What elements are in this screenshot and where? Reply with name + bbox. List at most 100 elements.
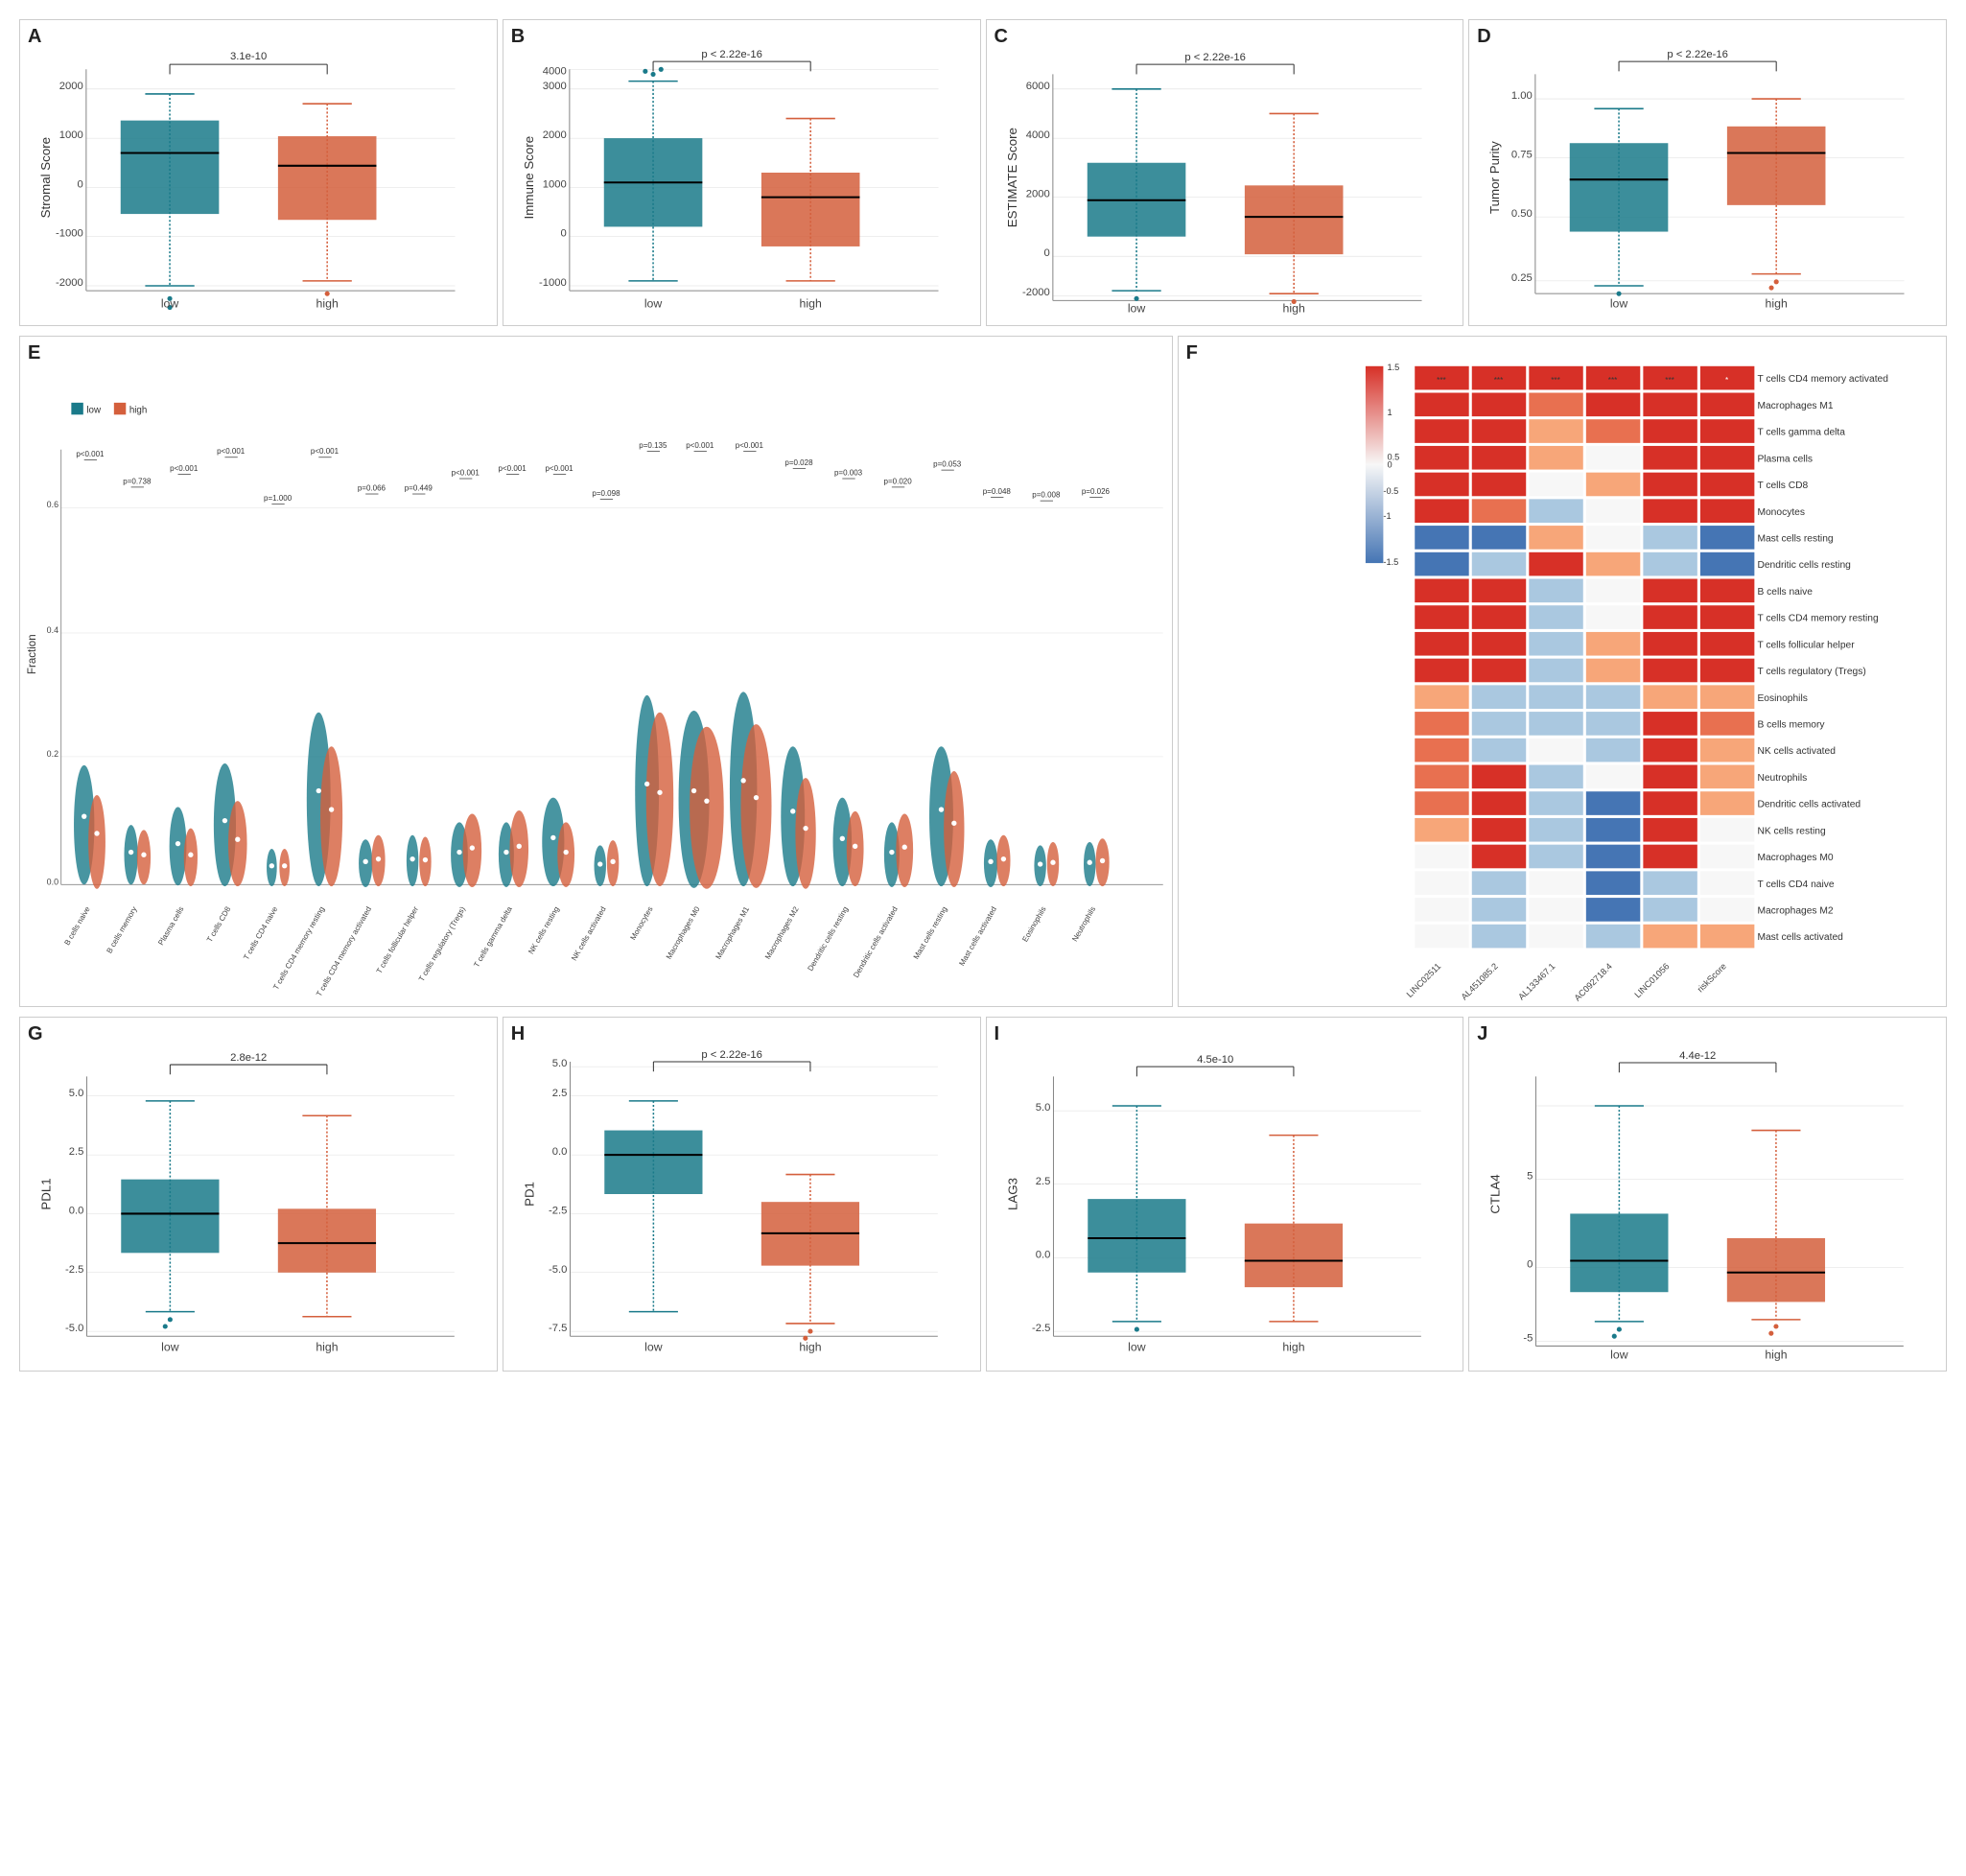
col-label: AL133467.1: [1516, 961, 1556, 1001]
violin-m0: p<0.001 Macrophages M0: [665, 441, 724, 961]
hcell: [1529, 712, 1582, 736]
panel-b-svg: Immune Score -1000 0 1000 2000 3000 4000: [503, 20, 980, 325]
violin-nka: p=0.098 NK cells activated: [570, 489, 620, 963]
hcell: [1529, 739, 1582, 762]
hcell: [1643, 765, 1697, 789]
violin-b-memory: p=0.738 B cells memory: [105, 477, 152, 954]
svg-text:Macrophages M0: Macrophages M0: [665, 904, 702, 961]
hcell: [1700, 845, 1754, 869]
svg-text:Mast cells resting: Mast cells resting: [912, 905, 949, 961]
hcell: [1585, 871, 1639, 895]
svg-text:-2.5: -2.5: [65, 1264, 83, 1276]
hcell: [1529, 419, 1582, 443]
svg-text:-2.5: -2.5: [1032, 1323, 1050, 1334]
hcell: [1700, 419, 1754, 443]
svg-text:0.75: 0.75: [1511, 150, 1533, 161]
sig-star: ***: [1437, 376, 1446, 385]
hcell: [1643, 393, 1697, 417]
panel-c-yaxis: ESTIMATE Score: [1004, 128, 1018, 227]
row-label: T cells CD4 naive: [1757, 879, 1834, 890]
hcell: [1471, 632, 1525, 656]
hcell: [1471, 659, 1525, 683]
tick: 0: [560, 228, 566, 240]
svg-text:0.0: 0.0: [47, 877, 59, 886]
scale-min: -1.5: [1383, 557, 1398, 567]
hcell: [1415, 712, 1468, 736]
svg-text:2.5: 2.5: [552, 1088, 568, 1099]
hcell: [1415, 765, 1468, 789]
hcell: [1643, 712, 1697, 736]
hcell: [1643, 739, 1697, 762]
row-ef: E Fraction 0.0 0.2 0.4 0.6 low high: [19, 336, 1947, 1007]
hcell: [1585, 685, 1639, 709]
hcell: [1585, 739, 1639, 762]
hcell: [1471, 791, 1525, 815]
hcell: [1643, 632, 1697, 656]
hcell: [1585, 605, 1639, 629]
hcell: [1529, 871, 1582, 895]
hcell: [1585, 579, 1639, 603]
svg-text:p<0.001: p<0.001: [311, 447, 339, 456]
panel-d-yaxis: Tumor Purity: [1487, 141, 1502, 214]
hcell: [1585, 526, 1639, 550]
svg-text:0.0: 0.0: [69, 1205, 84, 1216]
svg-text:p<0.001: p<0.001: [736, 441, 764, 450]
pvalue-c: p < 2.22e-16: [1184, 52, 1246, 63]
violin-dca: p=0.020 Dendritic cells activated: [852, 477, 913, 979]
hcell: [1415, 499, 1468, 523]
hcell: [1700, 632, 1754, 656]
hcell: [1471, 552, 1525, 576]
hcell: [1643, 685, 1697, 709]
svg-text:6000: 6000: [1025, 81, 1049, 92]
violin-dcr: p=0.003 Dendritic cells resting: [806, 468, 863, 973]
hcell: [1700, 898, 1754, 922]
svg-text:p=0.026: p=0.026: [1082, 487, 1111, 496]
svg-text:p<0.001: p<0.001: [76, 450, 105, 458]
hcell: [1643, 845, 1697, 869]
svg-text:NK cells activated: NK cells activated: [570, 905, 608, 963]
svg-text:T cells CD8: T cells CD8: [205, 904, 233, 944]
panel-j: J CTLA4 -5 0 5: [1468, 1017, 1947, 1372]
panel-j-label: J: [1477, 1023, 1487, 1045]
hcell: [1700, 765, 1754, 789]
hcell: [1471, 473, 1525, 497]
svg-text:5: 5: [1527, 1171, 1533, 1183]
sig-star: ***: [1493, 376, 1503, 385]
svg-text:5.0: 5.0: [552, 1058, 568, 1069]
row-label: T cells regulatory (Tregs): [1757, 667, 1865, 677]
svg-text:T cells CD4 naive: T cells CD4 naive: [242, 904, 279, 961]
xlabel-low-g: low: [161, 1341, 179, 1354]
hcell: [1529, 925, 1582, 949]
violin-plasma: p<0.001 Plasma cells: [156, 464, 199, 947]
hcell: [1700, 712, 1754, 736]
row-label: Macrophages M2: [1757, 906, 1833, 917]
hcell: [1415, 526, 1468, 550]
tick: 0: [78, 178, 83, 190]
pvalue-h: p < 2.22e-16: [701, 1049, 761, 1061]
svg-text:Neutrophils: Neutrophils: [1070, 905, 1097, 944]
pvalue-j: 4.4e-12: [1679, 1050, 1716, 1062]
hcell: [1700, 685, 1754, 709]
svg-text:p<0.001: p<0.001: [499, 464, 527, 473]
svg-text:NK cells resting: NK cells resting: [527, 905, 561, 956]
hcell: [1529, 393, 1582, 417]
svg-text:2.5: 2.5: [69, 1146, 84, 1158]
panel-h-label: H: [511, 1023, 525, 1045]
hcell: [1415, 473, 1468, 497]
hcell: [1643, 446, 1697, 470]
pvalue-i: 4.5e-10: [1197, 1054, 1233, 1066]
hcell: [1415, 632, 1468, 656]
panel-g-svg: PDL1 -5.0 -2.5 0.0 2.5 5.0: [20, 1018, 497, 1371]
panel-c-svg: ESTIMATE Score -2000 0 2000 4000 6000: [987, 20, 1463, 325]
box-low-a: [121, 121, 220, 214]
svg-text:p=0.003: p=0.003: [834, 468, 863, 477]
violin-eos: p=0.008 Eosinophils: [1020, 491, 1061, 944]
hcell: [1415, 393, 1468, 417]
violin-tcd4n: p=1.000 T cells CD4 naive: [242, 494, 292, 961]
sig-star: ***: [1607, 376, 1617, 385]
row-label: Plasma cells: [1757, 454, 1813, 464]
row-abcd: A Stromal Score -2000 -1000 0 1000 2000: [19, 19, 1947, 326]
hcell: [1529, 552, 1582, 576]
tick: 1000: [542, 178, 566, 190]
hcell: [1529, 473, 1582, 497]
